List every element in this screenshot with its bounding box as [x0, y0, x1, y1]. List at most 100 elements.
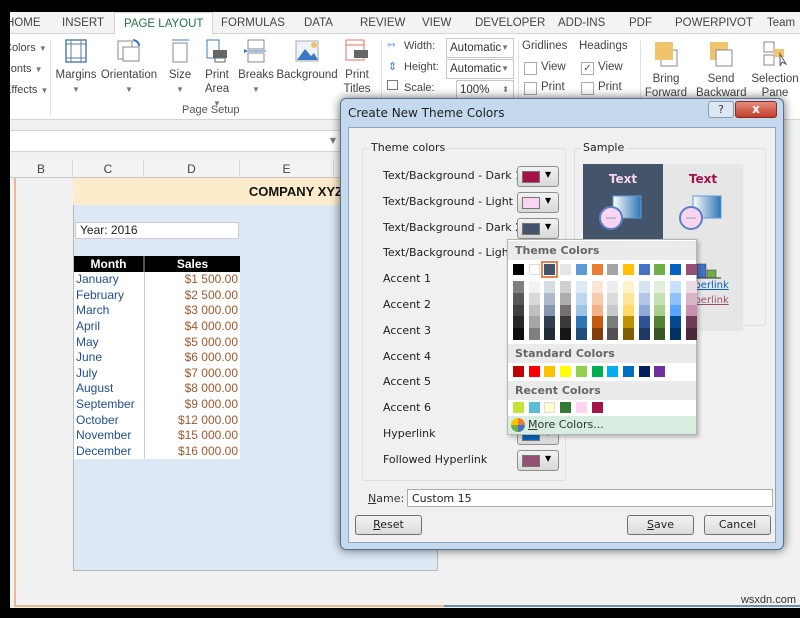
recent-color-swatch[interactable] [528, 402, 540, 413]
background-button[interactable]: Background [276, 38, 338, 82]
theme-shade-swatch[interactable] [560, 328, 572, 340]
scale-spinner[interactable]: 100% ⬍ [456, 80, 514, 100]
month-cell[interactable]: August [74, 381, 145, 397]
height-select[interactable]: Automatic ▼ [446, 59, 514, 79]
close-button[interactable]: x [735, 101, 777, 118]
theme-color-swatch[interactable] [541, 261, 559, 278]
month-cell[interactable]: June [74, 349, 145, 366]
theme-shade-swatch[interactable] [544, 292, 556, 305]
save-button[interactable]: Save [627, 515, 694, 535]
tab-page-layout[interactable]: PAGE LAYOUT [114, 12, 214, 35]
recent-color-swatch[interactable] [560, 402, 572, 413]
tab-developer[interactable]: DEVELOPER [475, 12, 545, 34]
recent-color-swatch[interactable] [591, 402, 603, 413]
theme-shade-swatch[interactable] [670, 292, 681, 305]
sales-cell[interactable]: $16 000.00 [144, 443, 240, 460]
standard-color-swatch[interactable] [528, 366, 540, 377]
theme-shade-swatch[interactable] [622, 304, 634, 317]
tab-team[interactable]: Team [767, 12, 795, 34]
theme-shade-swatch[interactable] [528, 292, 540, 305]
standard-color-swatch[interactable] [654, 366, 666, 377]
theme-shade-swatch[interactable] [654, 304, 666, 317]
orientation-button[interactable]: Orientation ▼ [100, 38, 158, 97]
theme-color-swatch[interactable] [591, 264, 603, 275]
theme-shade-swatch[interactable] [528, 316, 540, 329]
theme-shade-swatch[interactable] [591, 328, 603, 340]
reset-button[interactable]: Reset [355, 515, 422, 535]
theme-effects-button[interactable]: Effects ▼ [10, 84, 48, 96]
theme-shade-swatch[interactable] [670, 316, 681, 329]
theme-color-swatch[interactable] [560, 264, 572, 275]
theme-shade-swatch[interactable] [591, 281, 603, 293]
month-cell[interactable]: May [74, 334, 145, 350]
theme-colors-button[interactable]: Colors ▼ [10, 42, 47, 54]
sales-header[interactable]: Sales [144, 256, 240, 272]
theme-shade-swatch[interactable] [560, 281, 572, 293]
standard-color-swatch[interactable] [607, 366, 619, 377]
year-cell[interactable]: Year: 2016 [75, 222, 239, 239]
sales-cell[interactable]: $5 000.00 [144, 334, 240, 350]
headings-view-checkbox[interactable]: ✓ [581, 62, 594, 75]
headings-print-checkbox[interactable] [581, 82, 594, 95]
sales-cell[interactable]: $6 000.00 [144, 349, 240, 366]
theme-shade-swatch[interactable] [638, 292, 650, 305]
theme-shade-swatch[interactable] [544, 304, 556, 317]
theme-shade-swatch[interactable] [685, 304, 697, 317]
color-picker-button[interactable]: ▼ [517, 166, 559, 187]
theme-shade-swatch[interactable] [685, 281, 697, 293]
column-header-b[interactable]: B [10, 160, 73, 178]
help-button[interactable]: ? [708, 101, 734, 118]
theme-shade-swatch[interactable] [560, 316, 572, 329]
standard-color-swatch[interactable] [575, 366, 587, 377]
sales-cell[interactable]: $3 000.00 [144, 303, 240, 319]
theme-shade-swatch[interactable] [622, 281, 634, 293]
sales-cell[interactable]: $1 500.00 [144, 272, 240, 288]
theme-shade-swatch[interactable] [685, 292, 697, 305]
tab-data[interactable]: DATA [304, 12, 333, 34]
standard-color-swatch[interactable] [591, 366, 603, 377]
theme-shade-swatch[interactable] [528, 304, 540, 317]
theme-shade-swatch[interactable] [607, 304, 619, 317]
recent-color-swatch[interactable] [575, 402, 587, 413]
month-cell[interactable]: December [74, 443, 145, 460]
month-cell[interactable]: October [74, 412, 145, 428]
theme-shade-swatch[interactable] [513, 292, 524, 305]
month-header[interactable]: Month [74, 256, 145, 272]
theme-shade-swatch[interactable] [638, 316, 650, 329]
name-input[interactable] [407, 489, 773, 507]
recent-color-swatch[interactable] [513, 402, 524, 413]
size-button[interactable]: Size ▼ [165, 38, 195, 97]
theme-shade-swatch[interactable] [622, 292, 634, 305]
theme-shade-swatch[interactable] [575, 281, 587, 293]
theme-shade-swatch[interactable] [638, 304, 650, 317]
theme-shade-swatch[interactable] [638, 281, 650, 293]
month-cell[interactable]: July [74, 365, 145, 382]
month-cell[interactable]: November [74, 427, 145, 444]
theme-shade-swatch[interactable] [654, 281, 666, 293]
sales-cell[interactable]: $8 000.00 [144, 381, 240, 397]
tab-formulas[interactable]: FORMULAS [221, 12, 285, 34]
gridlines-view-checkbox[interactable] [524, 62, 537, 75]
theme-shade-swatch[interactable] [622, 316, 634, 329]
theme-shade-swatch[interactable] [591, 316, 603, 329]
column-header-d[interactable]: D [144, 160, 240, 178]
theme-color-swatch[interactable] [685, 264, 697, 275]
more-colors-button[interactable]: More Colors... [508, 416, 696, 434]
theme-shade-swatch[interactable] [544, 316, 556, 329]
theme-shade-swatch[interactable] [654, 328, 666, 340]
theme-shade-swatch[interactable] [654, 292, 666, 305]
breaks-button[interactable]: Breaks ▼ [238, 38, 274, 97]
theme-shade-swatch[interactable] [670, 281, 681, 293]
theme-shade-swatch[interactable] [575, 292, 587, 305]
month-cell[interactable]: April [74, 318, 145, 335]
theme-shade-swatch[interactable] [670, 328, 681, 340]
month-cell[interactable]: September [74, 396, 145, 413]
sales-cell[interactable]: $2 500.00 [144, 287, 240, 304]
cancel-button[interactable]: Cancel [704, 515, 771, 535]
report-title[interactable]: COMPANY XYZ [73, 178, 373, 205]
selection-pane-button[interactable]: Selection Pane [748, 40, 800, 100]
theme-shade-swatch[interactable] [513, 328, 524, 340]
theme-shade-swatch[interactable] [670, 304, 681, 317]
theme-shade-swatch[interactable] [513, 316, 524, 329]
sales-cell[interactable]: $12 000.00 [144, 412, 240, 428]
